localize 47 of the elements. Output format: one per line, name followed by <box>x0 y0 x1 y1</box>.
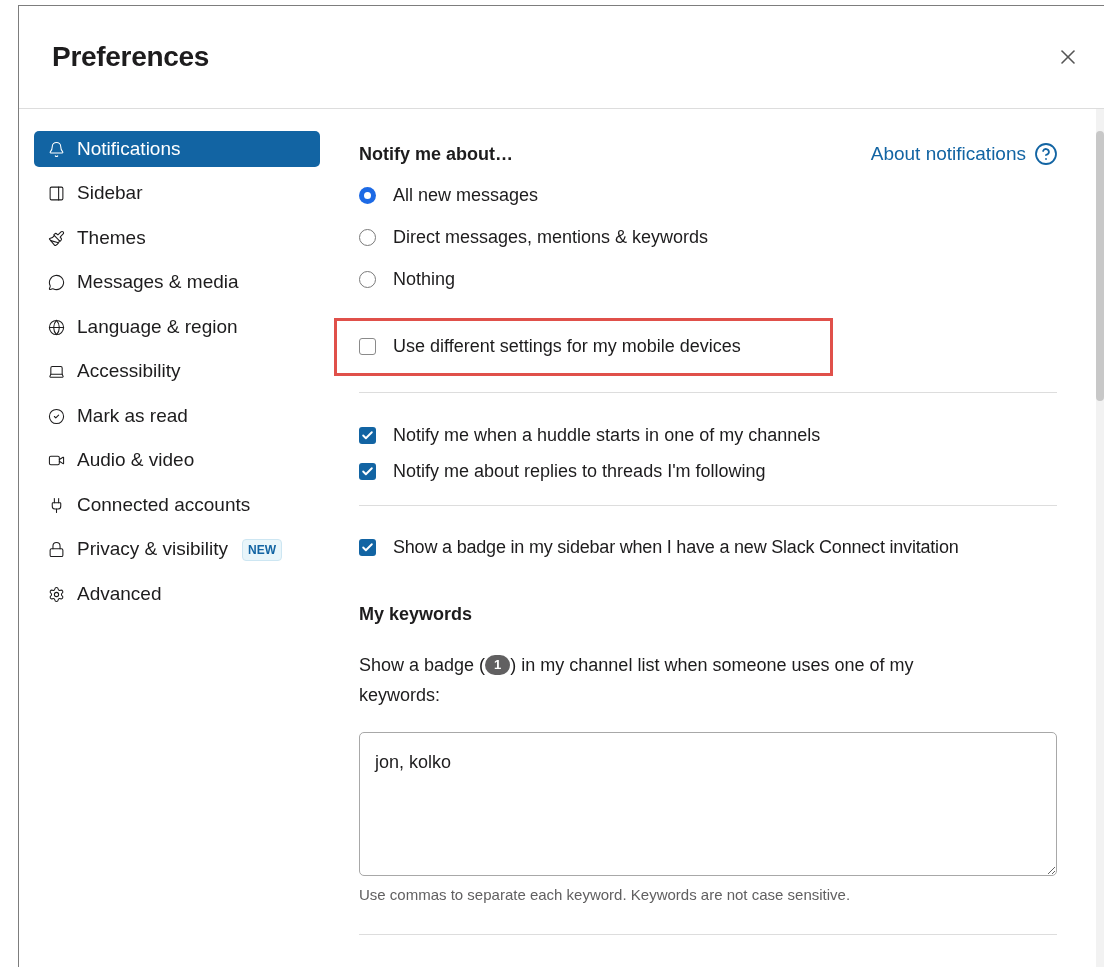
panel-icon <box>48 185 65 202</box>
help-icon <box>1034 142 1058 167</box>
new-badge: NEW <box>242 538 282 561</box>
sidebar-item[interactable]: Audio & video <box>34 442 320 479</box>
radio-button[interactable] <box>359 271 376 288</box>
settings-icon <box>48 585 65 603</box>
window-title: Preferences <box>52 40 210 74</box>
check-icon <box>361 465 374 478</box>
scrollbar[interactable] <box>1096 109 1104 967</box>
sidebar-item[interactable]: Mark as read <box>34 398 320 434</box>
sidebar-item[interactable]: Privacy & visibility NEW <box>34 531 320 568</box>
option-label: Notify me when a huddle starts in one of my channels <box>393 424 821 447</box>
lock-icon <box>48 541 65 558</box>
sidebar-item[interactable]: Language & region <box>34 309 320 345</box>
option-label: Direct messages, mentions & keywords <box>393 226 709 249</box>
checkbox[interactable] <box>359 338 376 355</box>
checkbox[interactable] <box>359 463 376 480</box>
option-label: Notify me about replies to threads I'm following <box>393 460 766 483</box>
sidebar-item[interactable]: Connected accounts <box>34 487 320 523</box>
sidebar-item[interactable]: Advanced <box>34 576 320 612</box>
checkbox[interactable] <box>359 539 376 556</box>
about-notifications-link[interactable]: About notifications <box>870 140 1058 169</box>
check-circle-icon <box>48 407 65 425</box>
sidebar-item[interactable]: Messages & media <box>34 264 320 301</box>
globe-icon <box>48 318 65 336</box>
sidebar-item[interactable]: Sidebar <box>34 175 320 212</box>
laptop-icon <box>48 363 65 380</box>
option-label: Show a badge in my sidebar when I have a new Slack Connect invitation <box>393 536 959 559</box>
bell-icon <box>48 140 65 158</box>
checkbox[interactable] <box>359 427 376 444</box>
sidebar-item[interactable]: Notifications <box>34 131 320 167</box>
sidebar-item[interactable]: Themes <box>34 220 320 256</box>
brush-icon <box>48 229 65 247</box>
radio-button[interactable] <box>359 187 376 204</box>
radio-button[interactable] <box>359 229 376 246</box>
sidebar-item[interactable]: Accessibility <box>34 353 320 390</box>
input-field[interactable]: jon, kolko <box>359 731 1057 876</box>
check-icon <box>361 429 374 442</box>
check-icon <box>361 541 374 554</box>
section-heading: Notify me about… <box>359 142 513 166</box>
hint-text: Use commas to separate each keyword. Keywords are not case sensitive. <box>359 884 852 905</box>
keywords-description: Show a badge ( 1 ) in my channel list when someone uses one of my keywords: <box>359 653 915 707</box>
option-label: Nothing <box>393 268 456 291</box>
option-label: All new messages <box>393 184 539 207</box>
speech-bubble-icon <box>48 274 65 291</box>
section-heading: My keywords <box>359 602 474 626</box>
option-label: Use different settings for my mobile devices <box>393 335 741 358</box>
